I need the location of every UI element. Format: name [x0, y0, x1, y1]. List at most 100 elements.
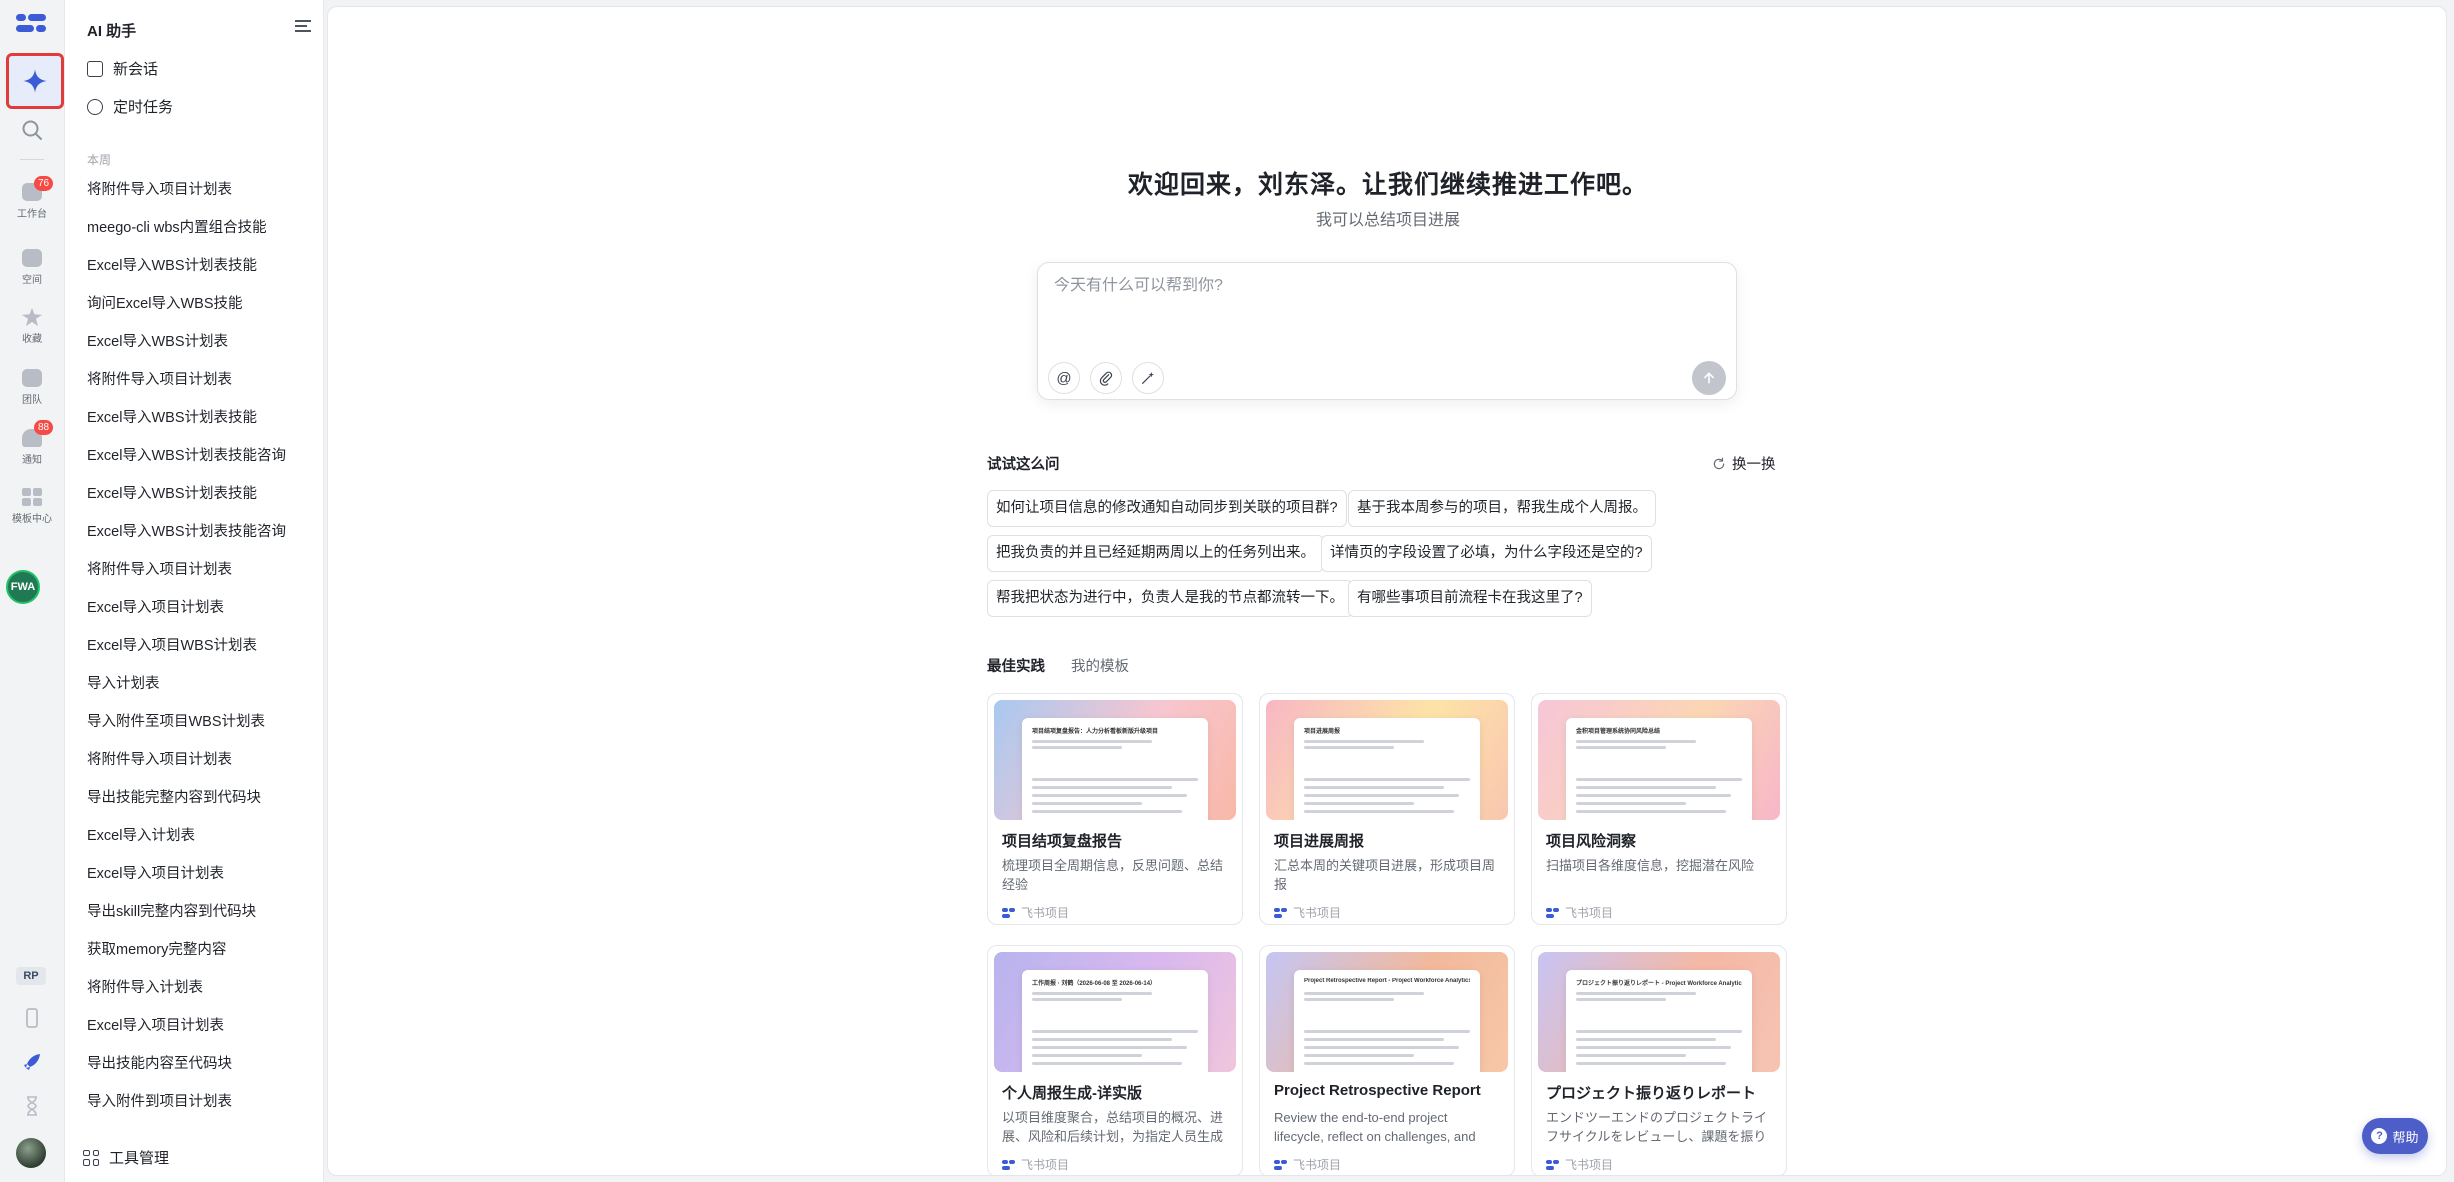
suggestion-chip[interactable]: 把我负责的并且已经延期两周以上的任务列出来。: [987, 535, 1324, 572]
card-source: 飞书项目: [1546, 904, 1613, 921]
doc-preview: 项目结项复盘报告：人力分析看板新版升级项目: [1022, 718, 1208, 820]
history-item[interactable]: 导入附件到项目计划表: [87, 1089, 317, 1127]
history-item[interactable]: Excel导入WBS计划表: [87, 329, 317, 367]
suggestion-chip[interactable]: 如何让项目信息的修改通知自动同步到关联的项目群?: [987, 490, 1347, 527]
attach-button[interactable]: [1090, 362, 1122, 394]
rail-item-workbench[interactable]: 工作台: [0, 183, 64, 220]
history-item[interactable]: meego-cli wbs内置组合技能: [87, 215, 317, 253]
refresh-icon: [1713, 457, 1725, 469]
tab-my-templates[interactable]: 我的模板: [1071, 655, 1129, 676]
suggestion-chip[interactable]: 有哪些事项目前流程卡在我这里了?: [1348, 580, 1592, 617]
history-item[interactable]: 将附件导入项目计划表: [87, 557, 317, 595]
history-item[interactable]: 导入计划表: [87, 671, 317, 709]
refresh-suggestions-button[interactable]: 换一换: [1712, 453, 1776, 474]
hourglass-icon[interactable]: [20, 1094, 44, 1118]
history-item[interactable]: Excel导入WBS计划表技能: [87, 405, 317, 443]
template-card[interactable]: Project Retrospective Report - Project W…: [1259, 945, 1515, 1175]
card-thumbnail: プロジェクト振り返りレポート - Project Workforce Analy…: [1538, 952, 1780, 1072]
magic-wand-icon: [1142, 372, 1154, 384]
send-button[interactable]: [1692, 361, 1726, 395]
history-item[interactable]: Excel导入项目WBS计划表: [87, 633, 317, 671]
new-chat-button[interactable]: 新会话: [87, 58, 158, 79]
card-title: 项目结项复盘报告: [1002, 833, 1123, 850]
notification-badge: 76: [34, 176, 54, 191]
tool-management-button[interactable]: 工具管理: [83, 1147, 169, 1168]
card-description: 梳理项目全周期信息，反思问题、总结经验: [1002, 858, 1224, 892]
help-button[interactable]: ? 帮助: [2362, 1118, 2428, 1154]
scheduled-tasks-button[interactable]: 定时任务: [87, 96, 173, 117]
history-item[interactable]: Excel导入WBS计划表技能咨询: [87, 519, 317, 557]
history-item[interactable]: 获取memory完整内容: [87, 937, 317, 975]
rail-item-notifications[interactable]: 通知: [0, 429, 64, 466]
card-source-label: 飞书项目: [1293, 1158, 1342, 1172]
suggestion-chip[interactable]: 帮我把状态为进行中，负责人是我的节点都流转一下。: [987, 580, 1353, 617]
clock-icon: [87, 98, 103, 115]
card-thumbnail: 项目结项复盘报告：人力分析看板新版升级项目: [994, 700, 1236, 820]
welcome-subtitle: 我可以总结项目进展: [1315, 212, 1460, 229]
suggestion-chip[interactable]: 详情页的字段设置了必填，为什么字段还是空的?: [1321, 535, 1652, 572]
doc-preview: 金积项目管理系统协同风险总结: [1566, 718, 1752, 820]
history-item[interactable]: 将附件导入计划表: [87, 975, 317, 1013]
collapse-menu-icon[interactable]: [295, 20, 311, 34]
arrow-up-icon: [1704, 372, 1714, 384]
template-card[interactable]: 金积项目管理系统协同风险总结 项目风险洞察 扫描项目各维度信息，挖掘潜在风险 飞…: [1531, 693, 1787, 925]
history-item[interactable]: Excel导入项目计划表: [87, 595, 317, 633]
card-source-label: 飞书项目: [1021, 906, 1070, 920]
doc-preview-line: [1032, 998, 1122, 1001]
ai-assistant-sidebar: AI 助手 新会话 定时任务 本周 将附件导入项目计划表 meego-cli w…: [64, 0, 324, 1182]
history-item[interactable]: 导出技能内容至代码块: [87, 1051, 317, 1089]
history-item[interactable]: 导入附件至项目WBS计划表: [87, 709, 317, 747]
new-chat-label: 新会话: [113, 61, 159, 78]
card-title: 项目风险洞察: [1546, 833, 1637, 850]
ai-assistant-nav[interactable]: [6, 53, 64, 109]
template-card[interactable]: 工作周报 · 刘鹤（2026-06-08 至 2026-06-14） 个人周报生…: [987, 945, 1243, 1175]
doc-preview-line: [1032, 1062, 1182, 1065]
chat-input[interactable]: [1054, 277, 1694, 295]
doc-preview-line: [1032, 1038, 1172, 1041]
chat-history-list: 将附件导入项目计划表 meego-cli wbs内置组合技能 Excel导入WB…: [87, 177, 317, 1127]
welcome-heading: 欢迎回来，刘东泽。让我们继续推进工作吧。: [1127, 171, 1648, 199]
doc-preview-line: [1304, 1062, 1454, 1065]
history-item[interactable]: 导出技能完整内容到代码块: [87, 785, 317, 823]
template-card[interactable]: 项目结项复盘报告：人力分析看板新版升级项目 项目结项复盘报告 梳理项目全周期信息…: [987, 693, 1243, 925]
template-card[interactable]: 项目进展周报 项目进展周报 汇总本周的关键项目进展，形成项目周报 飞书项目: [1259, 693, 1515, 925]
doc-preview-line: [1032, 746, 1122, 749]
user-avatar[interactable]: [16, 1138, 46, 1168]
doc-preview-line: [1304, 778, 1470, 781]
rail-item-label: 模板中心: [12, 514, 52, 525]
suggestions-title: 试试这么问: [987, 457, 1060, 473]
history-item[interactable]: 导出skill完整内容到代码块: [87, 899, 317, 937]
template-card[interactable]: プロジェクト振り返りレポート - Project Workforce Analy…: [1531, 945, 1787, 1175]
app-logo-icon[interactable]: [16, 14, 46, 36]
rocket-icon[interactable]: [20, 1050, 44, 1074]
suggestion-chip[interactable]: 基于我本周参与的项目，帮我生成个人周报。: [1348, 490, 1656, 527]
history-item[interactable]: Excel导入项目计划表: [87, 861, 317, 899]
doc-preview-line: [1304, 1046, 1459, 1049]
rail-item-team[interactable]: 团队: [0, 369, 64, 406]
history-item[interactable]: 询问Excel导入WBS技能: [87, 291, 317, 329]
template-grid-icon: [22, 488, 42, 506]
doc-preview: 项目进展周报: [1294, 718, 1480, 820]
history-item[interactable]: Excel导入WBS计划表技能: [87, 481, 317, 519]
search-icon[interactable]: [20, 118, 44, 142]
tab-best-practices[interactable]: 最佳实践: [987, 655, 1045, 676]
feishu-project-icon: [1546, 907, 1559, 918]
rail-item-templates[interactable]: 模板中心: [0, 488, 64, 525]
rp-badge[interactable]: RP: [16, 967, 46, 985]
workspace-avatar[interactable]: FWA: [6, 570, 40, 604]
history-item[interactable]: Excel导入计划表: [87, 823, 317, 861]
history-item[interactable]: Excel导入WBS计划表技能: [87, 253, 317, 291]
rail-item-favorites[interactable]: 收藏: [0, 308, 64, 345]
phone-icon[interactable]: [20, 1006, 44, 1030]
history-item[interactable]: Excel导入项目计划表: [87, 1013, 317, 1051]
rail-item-space[interactable]: 空间: [0, 249, 64, 286]
history-item[interactable]: 将附件导入项目计划表: [87, 367, 317, 405]
doc-preview-line: [1304, 794, 1459, 797]
history-item[interactable]: Excel导入WBS计划表技能咨询: [87, 443, 317, 481]
history-item[interactable]: 将附件导入项目计划表: [87, 177, 317, 215]
magic-wand-button[interactable]: [1132, 362, 1164, 394]
mention-button[interactable]: @: [1048, 362, 1080, 394]
card-description: 扫描项目各维度信息，挖掘潜在风险: [1546, 858, 1755, 873]
history-item[interactable]: 将附件导入项目计划表: [87, 747, 317, 785]
doc-preview-title: 项目结项复盘报告：人力分析看板新版升级项目: [1032, 729, 1159, 735]
